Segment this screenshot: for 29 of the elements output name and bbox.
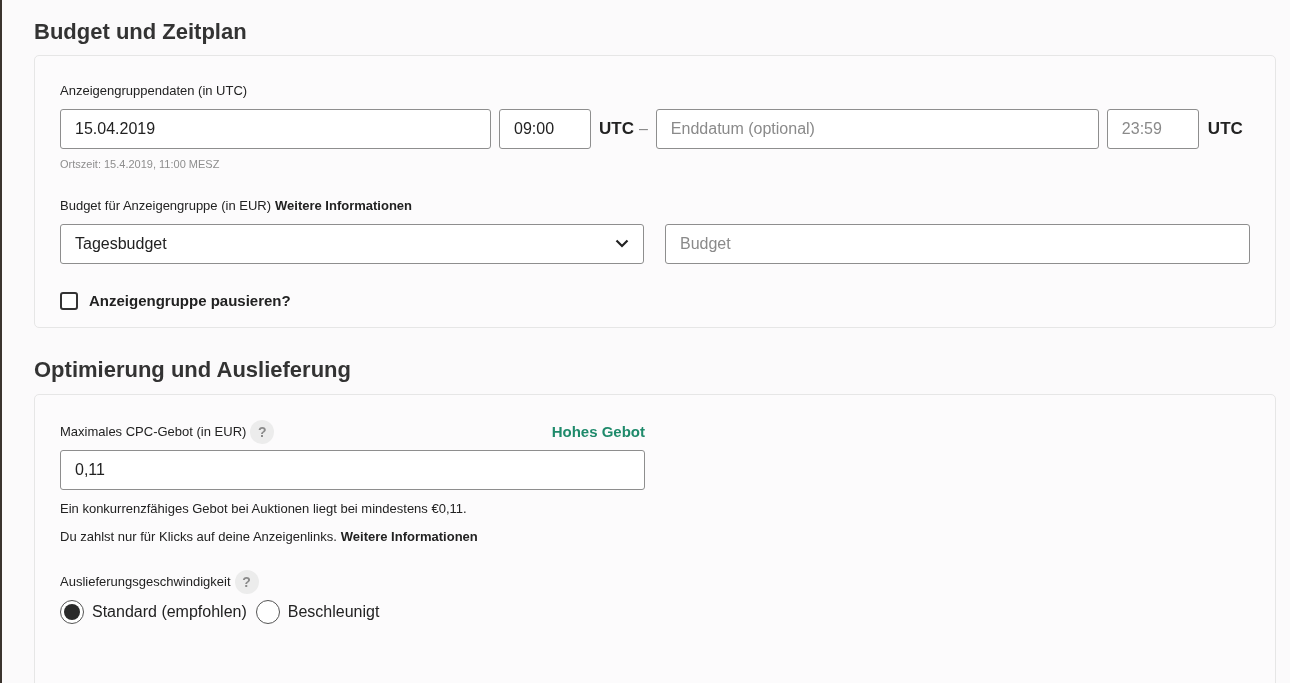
field-label: Budget für Anzeigengruppe (in EUR)	[60, 197, 271, 215]
end-time-field[interactable]: 23:59	[1106, 108, 1199, 149]
checkbox-label: Anzeigengruppe pausieren?	[89, 290, 291, 311]
section-heading: Optimierung und Auslieferung	[34, 356, 352, 384]
start-date-field[interactable]: 15.04.2019	[60, 108, 491, 149]
chevron-down-icon	[615, 239, 629, 248]
radio-button[interactable]	[255, 600, 280, 624]
bid-hint: Ein konkurrenzfähiges Gebot bei Auktionen liegt bei mindestens €0,11.	[60, 500, 468, 518]
more-info-link[interactable]: Weitere Informationen	[340, 526, 478, 546]
radio-label: Standard (empfohlen)	[92, 602, 247, 622]
start-time-field[interactable]: 09:00	[499, 108, 591, 149]
field-label: Anzeigengruppendaten (in UTC)	[60, 82, 249, 100]
end-date-field[interactable]: Enddatum (optional)	[655, 108, 1099, 149]
more-info-link[interactable]: Weitere Informationen	[275, 196, 413, 216]
bid-status: Hohes Gebot	[551, 421, 645, 442]
bid-field[interactable]: 0,11	[60, 450, 645, 490]
budget-type-select[interactable]: Tagesbudget	[60, 223, 644, 264]
radio-label: Beschleunigt	[287, 602, 380, 622]
section-heading: Budget und Zeitplan	[34, 18, 248, 46]
field-label: Auslieferungsgeschwindigkeit	[60, 573, 231, 592]
radio-button[interactable]	[60, 600, 84, 624]
range-separator: –	[638, 118, 648, 139]
checkbox[interactable]	[60, 291, 78, 310]
budget-field[interactable]: Budget	[665, 223, 1250, 264]
timezone-label: UTC	[1207, 117, 1243, 140]
field-label: Maximales CPC-Gebot (in EUR)	[60, 423, 247, 442]
local-time-hint: Ortszeit: 15.4.2019, 11:00 MESZ	[60, 156, 221, 172]
timezone-label: UTC	[599, 117, 634, 140]
bid-hint: Du zahlst nur für Klicks auf deine Anzeigenlinks.	[60, 527, 337, 546]
